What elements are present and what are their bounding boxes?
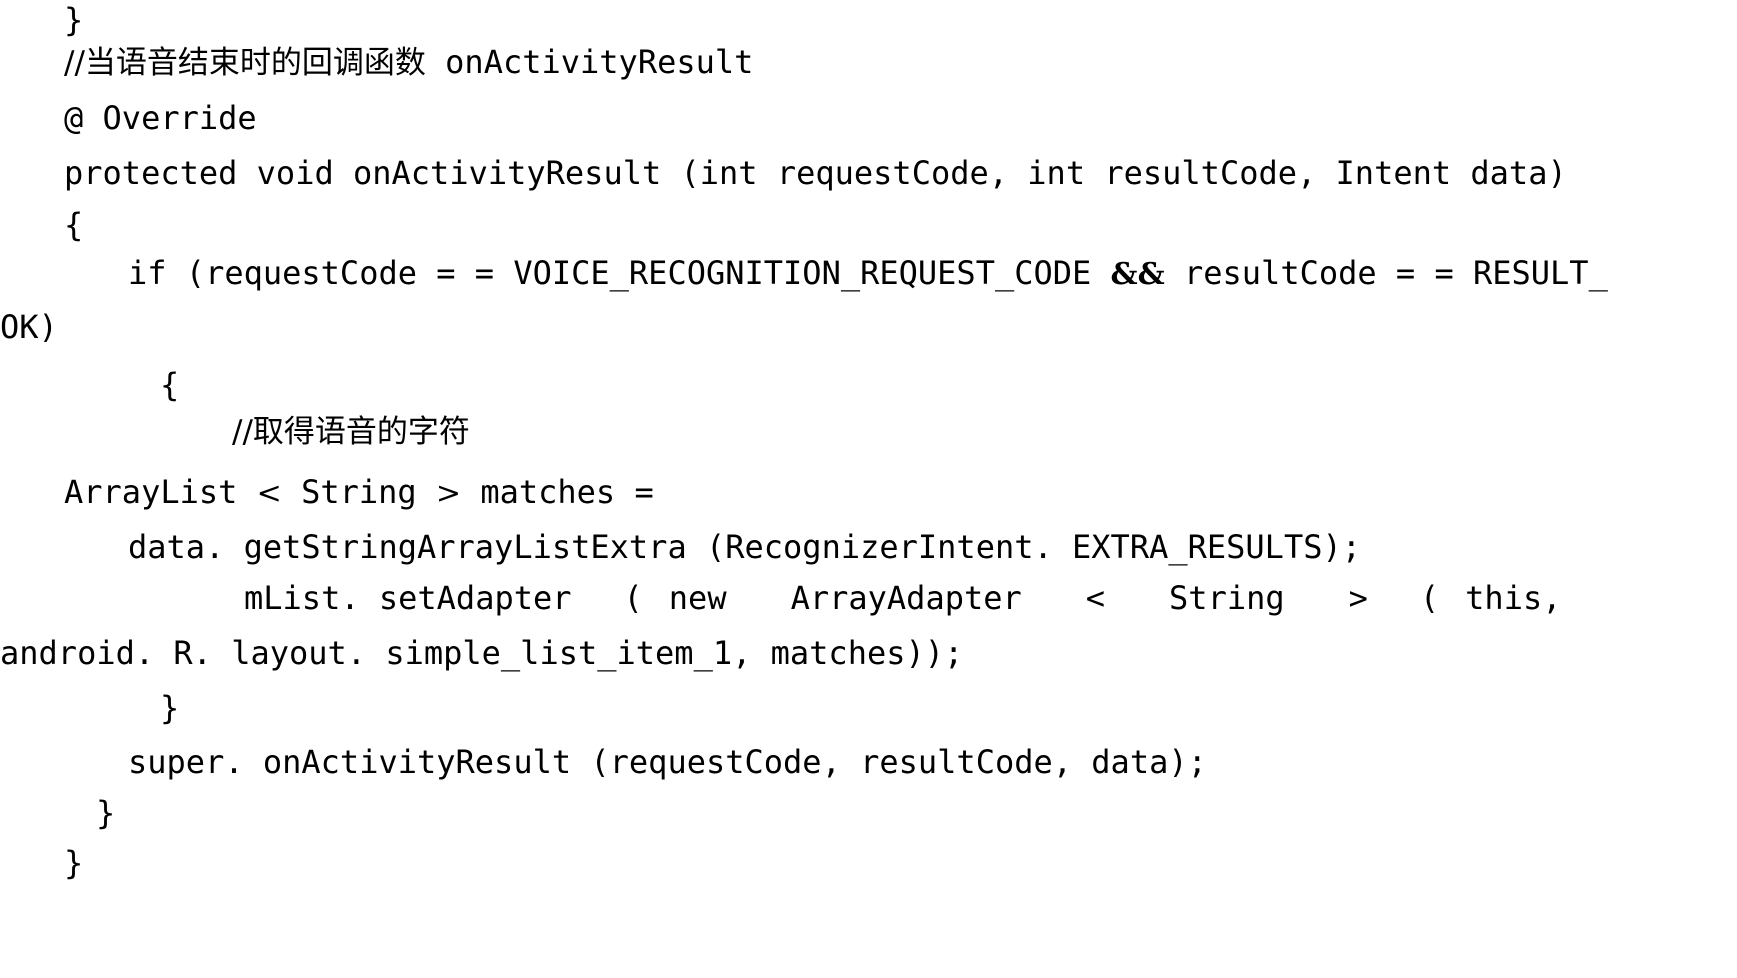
close-brace-method: } bbox=[96, 794, 116, 832]
setadapter-open-paren: ( bbox=[623, 579, 643, 617]
if-condition-tail: resultCode = = RESULT_ bbox=[1164, 254, 1608, 292]
open-brace-method: { bbox=[64, 206, 84, 244]
code-line-1-text: } bbox=[64, 1, 84, 39]
if-condition-wrap: OK) bbox=[0, 308, 58, 346]
annotation-override: @ Override bbox=[64, 99, 257, 137]
arraylist-decl-mid: String bbox=[281, 473, 436, 511]
if-condition-head: if (requestCode = = VOICE_RECOGNITION_RE… bbox=[128, 254, 1111, 292]
open-brace-if: { bbox=[160, 366, 180, 404]
code-line-10: ArrayList < String > matches = bbox=[0, 472, 1737, 514]
setadapter-ctor-paren: ( bbox=[1419, 579, 1440, 617]
super-call: super. onActivityResult (requestCode, re… bbox=[128, 743, 1207, 781]
setadapter-receiver: mList. setAdapter bbox=[244, 579, 572, 617]
setadapter-angle-close-icon: > bbox=[1348, 579, 1368, 617]
logical-and-operator: && bbox=[1110, 257, 1165, 292]
code-line-15: super. onActivityResult (requestCode, re… bbox=[0, 742, 1737, 782]
code-line-8: { bbox=[0, 365, 1737, 405]
setadapter-this-arg: this, bbox=[1465, 579, 1562, 617]
code-line-16: } bbox=[0, 793, 1737, 833]
code-line-7: OK) bbox=[0, 307, 1737, 347]
layout-resource-ref: android. R. layout. simple_list_item_1, … bbox=[0, 634, 964, 672]
comment-callback-cjk: //当语音结束时的回调函数 bbox=[64, 45, 426, 81]
code-line-1: } bbox=[0, 0, 1737, 40]
method-signature: protected void onActivityResult (int req… bbox=[64, 154, 1567, 192]
arraylist-decl-tail: matches = bbox=[461, 473, 654, 511]
setadapter-new-keyword: new bbox=[668, 579, 727, 617]
code-line-13: android. R. layout. simple_list_item_1, … bbox=[0, 633, 1737, 673]
setadapter-generic-type: String bbox=[1169, 579, 1285, 617]
code-line-6: if (requestCode = = VOICE_RECOGNITION_RE… bbox=[0, 253, 1737, 295]
get-extra-call: data. getStringArrayListExtra (Recognize… bbox=[128, 528, 1361, 566]
setadapter-adapter-type: ArrayAdapter bbox=[790, 579, 1022, 617]
code-line-4: protected void onActivityResult (int req… bbox=[0, 153, 1737, 193]
comment-get-chars: //取得语音的字符 bbox=[232, 414, 470, 450]
code-line-9: //取得语音的字符 bbox=[0, 412, 1737, 452]
code-line-14: } bbox=[0, 688, 1737, 728]
comment-callback-tail: onActivityResult bbox=[425, 43, 754, 81]
code-line-12: mList. setAdapter ( new ArrayAdapter < String… bbox=[0, 578, 1737, 618]
code-line-2: //当语音结束时的回调函数 onActivityResult bbox=[0, 42, 1737, 83]
code-line-17: } bbox=[0, 843, 1737, 883]
code-line-3: @ Override bbox=[0, 98, 1737, 138]
close-brace-class: } bbox=[64, 844, 84, 882]
angle-close-icon: > bbox=[435, 476, 462, 511]
close-brace-if: } bbox=[160, 689, 180, 727]
code-line-11: data. getStringArrayListExtra (Recognize… bbox=[0, 527, 1737, 567]
angle-open-icon: < bbox=[256, 476, 282, 511]
setadapter-angle-open-icon: < bbox=[1085, 579, 1106, 617]
code-line-5: { bbox=[0, 205, 1737, 245]
arraylist-decl-head: ArrayList bbox=[64, 473, 257, 511]
code-listing-page: } //当语音结束时的回调函数 onActivityResult @ Overr… bbox=[0, 0, 1737, 978]
